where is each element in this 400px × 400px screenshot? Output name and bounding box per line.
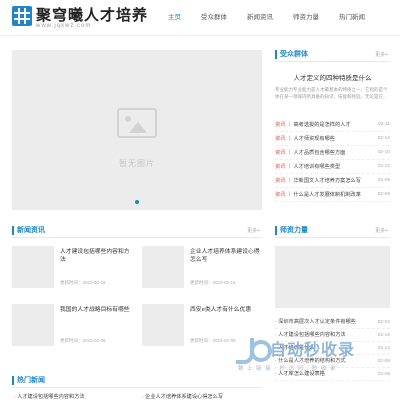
- more-link[interactable]: 更多+: [247, 227, 260, 234]
- nav-item-home[interactable]: 主页: [158, 0, 191, 36]
- banner-slider[interactable]: 暂无图片: [12, 50, 262, 210]
- list-item[interactable]: 资讯 ｜ 人才师资现有哪些 02-12: [275, 132, 390, 146]
- list-item[interactable]: · 深圳市高层次人才认定条件有哪些 02-02: [275, 316, 390, 329]
- list-item[interactable]: 资讯 ｜ 什么是人才发展体制机制改革 02-09: [275, 188, 390, 202]
- section-marker: [12, 226, 14, 235]
- feature-article-desc: 专业能力专业能力是人才最基本的特质之一，它指的是个体在某一领域内所具备的知识、技…: [275, 87, 388, 99]
- news-card[interactable]: 我国的人才战略目标有哪些 更新时间：2023-02-08: [12, 304, 130, 354]
- list-item[interactable]: 资讯 ｜ 华新国文人才培养方案怎么写 02-09: [275, 174, 390, 188]
- section-title[interactable]: 热门新闻: [17, 375, 45, 385]
- list-item[interactable]: 资讯 ｜ 高考选拔的是怎样的人才 02-11: [275, 118, 390, 132]
- news-date: 更新时间：2023-02-09: [190, 338, 236, 343]
- section-marker: [275, 226, 277, 235]
- nav-item-audience[interactable]: 受众群体: [191, 0, 237, 36]
- list-item[interactable]: 资讯 ｜ 人才品质包含哪些方面 02-10: [275, 146, 390, 160]
- more-link[interactable]: 更多+: [375, 51, 388, 58]
- news-card[interactable]: 企业人才培养体系建设心得怎么写 更新时间：2023-02-15: [142, 246, 260, 296]
- watermark-text: 自动秒收录: [270, 342, 356, 359]
- placeholder-text: 暂无图片: [119, 159, 155, 168]
- site-header: 聚穹曦人才培养 www.jqxwz.com 主页 受众群体 新闻资讯 师资力量 …: [0, 0, 400, 36]
- news-thumbnail[interactable]: [12, 304, 54, 346]
- item-date: 02-12: [377, 136, 390, 141]
- hot-news-title[interactable]: 人才建设包括哪些内容和方法: [17, 394, 84, 400]
- item-title[interactable]: 高考选拔的是怎样的人才: [293, 122, 350, 128]
- feature-article-title[interactable]: 人才定义的四种特质是什么: [275, 72, 390, 82]
- item-category: 资讯: [275, 178, 286, 184]
- news-card[interactable]: 人才建设包括哪些内容和方法 更新时间：2023-02-16: [12, 246, 130, 296]
- news-title[interactable]: 企业人才培养体系建设心得怎么写: [190, 248, 262, 264]
- news-title[interactable]: 人才建设包括哪些内容和方法: [60, 248, 132, 264]
- item-title[interactable]: 华新国文人才培养方案怎么写: [293, 178, 360, 184]
- item-category: 资讯: [275, 150, 286, 156]
- teachers-image[interactable]: [275, 246, 390, 308]
- list-item[interactable]: 资讯 ｜ 人才培训有哪些类型 02-12: [275, 160, 390, 174]
- image-placeholder-icon: [117, 108, 157, 138]
- hot-news-item[interactable]: · 人才建设包括哪些内容和方法: [14, 393, 85, 400]
- news-date: 更新时间：2023-02-16: [60, 280, 106, 285]
- news-thumbnail[interactable]: [142, 304, 184, 346]
- nav-item-news[interactable]: 新闻资讯: [237, 0, 283, 36]
- page: 聚穹曦人才培养 www.jqxwz.com 主页 受众群体 新闻资讯 师资力量 …: [0, 0, 400, 400]
- news-thumbnail[interactable]: [12, 246, 54, 288]
- news-title[interactable]: 我国的人才战略目标有哪些: [60, 306, 132, 314]
- item-date: 02-12: [377, 164, 390, 169]
- item-date: 02-10: [377, 150, 390, 155]
- section-title[interactable]: 师资力量: [280, 225, 308, 235]
- section-title[interactable]: 受众群体: [280, 49, 308, 59]
- hot-news-title[interactable]: 企业人才培养体系建设心得怎么写: [145, 394, 223, 400]
- item-date: 02-09: [377, 178, 390, 183]
- news-date: 更新时间：2023-02-15: [190, 280, 236, 285]
- watermark-subtitle: 数 上 链 接 · 秒 访 问 · 秒 收 录: [238, 366, 337, 372]
- section-header-teachers: 师资力量 更多+: [275, 224, 390, 238]
- section-header-hot-news: 热门新闻: [12, 374, 262, 388]
- section-marker: [12, 376, 14, 385]
- news-thumbnail[interactable]: [142, 246, 184, 288]
- item-category: 资讯: [275, 122, 286, 128]
- logo-text: 聚穹曦人才培养: [36, 7, 149, 24]
- audience-list: 资讯 ｜ 高考选拔的是怎样的人才 02-11 资讯 ｜ 人才师资现有哪些 02-12…: [275, 118, 390, 202]
- section-title[interactable]: 新闻资讯: [17, 225, 45, 235]
- more-link[interactable]: 更多+: [375, 227, 388, 234]
- section-header-audience: 受众群体 更多+: [275, 48, 390, 62]
- item-category: 资讯: [275, 192, 286, 198]
- item-title[interactable]: 深圳市高层次人才认定条件有哪些: [278, 319, 356, 325]
- hot-news-item[interactable]: · 企业人才培养体系建设心得怎么写: [142, 393, 223, 400]
- item-title[interactable]: 人才师资现有哪些: [293, 136, 335, 142]
- news-title[interactable]: 西安e类人才有什么优惠: [190, 306, 262, 314]
- item-date: 02-02: [377, 320, 390, 325]
- item-title[interactable]: 人才品质包含哪些方面: [293, 150, 345, 156]
- item-category: 资讯: [275, 164, 286, 170]
- news-date: 更新时间：2023-02-08: [60, 338, 106, 343]
- section-header-news: 新闻资讯 更多+: [12, 224, 262, 238]
- nav-item-hot-news[interactable]: 热门新闻: [329, 0, 375, 36]
- watermark-logo-icon: [236, 338, 272, 364]
- main-nav: 主页 受众群体 新闻资讯 师资力量 热门新闻: [158, 0, 375, 36]
- nav-item-teachers[interactable]: 师资力量: [283, 0, 329, 36]
- item-category: 资讯: [275, 136, 286, 142]
- item-date: 02-09: [377, 192, 390, 197]
- section-marker: [275, 50, 277, 59]
- item-date: 02-11: [378, 122, 390, 127]
- watermark: 自动秒收录 数 上 链 接 · 秒 访 问 · 秒 收 录: [236, 336, 386, 372]
- item-title[interactable]: 人才培训有哪些类型: [293, 164, 340, 170]
- item-title[interactable]: 什么是人才发展体制机制改革: [293, 192, 360, 198]
- logo-subtitle: www.jqxwz.com: [36, 23, 92, 29]
- slider-dot[interactable]: [135, 200, 139, 204]
- site-logo[interactable]: 聚穹曦人才培养 www.jqxwz.com: [12, 4, 162, 32]
- logo-hash-icon: [12, 6, 32, 26]
